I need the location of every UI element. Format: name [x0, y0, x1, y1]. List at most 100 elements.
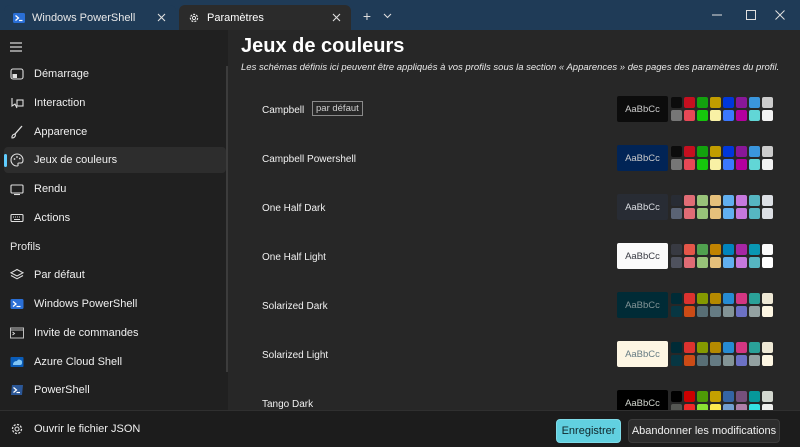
color-swatch [723, 391, 734, 402]
sidebar-item-azure-cloud-shell[interactable]: Azure Cloud Shell [4, 349, 226, 375]
selection-indicator [4, 154, 7, 167]
color-scheme-row[interactable]: Tango Dark AaBbCc [242, 390, 787, 410]
color-swatch [749, 159, 760, 170]
chevron-down-icon [383, 13, 391, 19]
color-swatch [684, 391, 695, 402]
color-swatch [697, 195, 708, 206]
color-scheme-row[interactable]: Campbell Powershell AaBbCc [242, 145, 787, 192]
color-swatch [684, 244, 695, 255]
sidebar-item-rendu[interactable]: Rendu [4, 176, 226, 202]
new-tab-button[interactable]: + [360, 6, 374, 26]
minimize-icon [712, 14, 722, 16]
scheme-name: One Half Light [262, 252, 326, 263]
color-swatch [723, 306, 734, 317]
sidebar-item-jeux-de-couleurs[interactable]: Jeux de couleurs [4, 147, 226, 173]
color-scheme-row[interactable]: Solarized Dark AaBbCc [242, 292, 787, 339]
color-swatch [697, 110, 708, 121]
color-swatch [671, 342, 682, 353]
sidebar-item-label: Jeux de couleurs [34, 154, 118, 166]
color-swatch [697, 97, 708, 108]
tab-title: Paramètres [207, 11, 264, 24]
tab-parametres[interactable]: Paramètres [179, 5, 351, 30]
color-swatch [697, 146, 708, 157]
color-scheme-row[interactable]: Campbell par défaut AaBbCc [242, 96, 787, 143]
color-swatch [710, 342, 721, 353]
close-window-button[interactable] [757, 0, 800, 30]
color-swatch [671, 244, 682, 255]
scheme-name: Tango Dark [262, 399, 314, 410]
powershell-icon [13, 12, 25, 24]
color-swatch [710, 208, 721, 219]
color-swatch [710, 146, 721, 157]
tab-dropdown-button[interactable] [380, 6, 394, 26]
powershell-icon [10, 383, 24, 397]
monitor-icon [10, 182, 24, 196]
color-swatch [749, 355, 760, 366]
default-badge: par défaut [312, 101, 363, 116]
gear-icon [188, 12, 200, 24]
color-swatch [749, 244, 760, 255]
color-swatch [710, 257, 721, 268]
color-swatch [736, 342, 747, 353]
sidebar-item-windows-powershell[interactable]: Windows PowerShell [4, 291, 226, 317]
sidebar-item-interaction[interactable]: Interaction [4, 90, 226, 116]
color-swatch [684, 257, 695, 268]
color-swatch [697, 355, 708, 366]
hamburger-menu-icon[interactable] [10, 40, 24, 52]
color-swatch [697, 306, 708, 317]
color-swatch [671, 293, 682, 304]
close-icon[interactable] [154, 11, 168, 25]
scheme-preview: AaBbCc [617, 292, 668, 318]
color-swatch [684, 306, 695, 317]
color-swatch [762, 391, 773, 402]
color-swatch [710, 244, 721, 255]
scheme-name: Campbell [262, 105, 305, 116]
color-swatch [710, 391, 721, 402]
color-swatch [671, 146, 682, 157]
sidebar-item-powershell[interactable]: PowerShell [4, 377, 226, 403]
color-swatch [762, 293, 773, 304]
sidebar-item-label: Invite de commandes [34, 327, 139, 339]
save-button[interactable]: Enregistrer [556, 419, 621, 443]
open-json-button[interactable]: Ouvrir le fichier JSON [4, 417, 140, 441]
startup-icon [10, 67, 24, 81]
color-swatch [723, 342, 734, 353]
sidebar-item-label: Par défaut [34, 269, 85, 281]
color-scheme-row[interactable]: One Half Light AaBbCc [242, 243, 787, 290]
title-bar: Windows PowerShell Paramètres + [0, 0, 800, 30]
color-swatch [723, 293, 734, 304]
profiles-header: Profils [10, 241, 41, 253]
scheme-preview: AaBbCc [617, 390, 668, 410]
footer-bar: Ouvrir le fichier JSON Enregistrer Aband… [0, 410, 800, 447]
color-swatch [723, 195, 734, 206]
discard-changes-button[interactable]: Abandonner les modifications [628, 419, 780, 443]
sidebar-item-apparence[interactable]: Apparence [4, 119, 226, 145]
tab-windows-powershell[interactable]: Windows PowerShell [4, 5, 176, 30]
close-icon[interactable] [329, 11, 343, 25]
gear-icon [10, 422, 24, 436]
color-swatch [671, 208, 682, 219]
color-swatch [723, 159, 734, 170]
sidebar-item-invite-de-commandes[interactable]: Invite de commandes [4, 320, 226, 346]
color-swatch [736, 146, 747, 157]
color-swatch [684, 110, 695, 121]
color-swatch [762, 110, 773, 121]
close-icon [775, 10, 785, 20]
color-swatch [762, 355, 773, 366]
color-swatch [684, 159, 695, 170]
sidebar-item-par-defaut[interactable]: Par défaut [4, 262, 226, 288]
sidebar-item-actions[interactable]: Actions [4, 205, 226, 231]
color-scheme-row[interactable]: One Half Dark AaBbCc [242, 194, 787, 241]
color-swatch [736, 110, 747, 121]
color-scheme-row[interactable]: Solarized Light AaBbCc [242, 341, 787, 388]
sidebar-item-demarrage[interactable]: Démarrage [4, 61, 226, 87]
page-description: Les schémas définis ici peuvent être app… [241, 62, 780, 73]
color-swatch [697, 244, 708, 255]
scheme-preview: AaBbCc [617, 145, 668, 171]
color-swatch [723, 355, 734, 366]
sidebar-item-label: Apparence [34, 126, 88, 138]
color-swatch [749, 146, 760, 157]
color-swatch [710, 293, 721, 304]
color-swatch [736, 195, 747, 206]
color-swatch [762, 146, 773, 157]
